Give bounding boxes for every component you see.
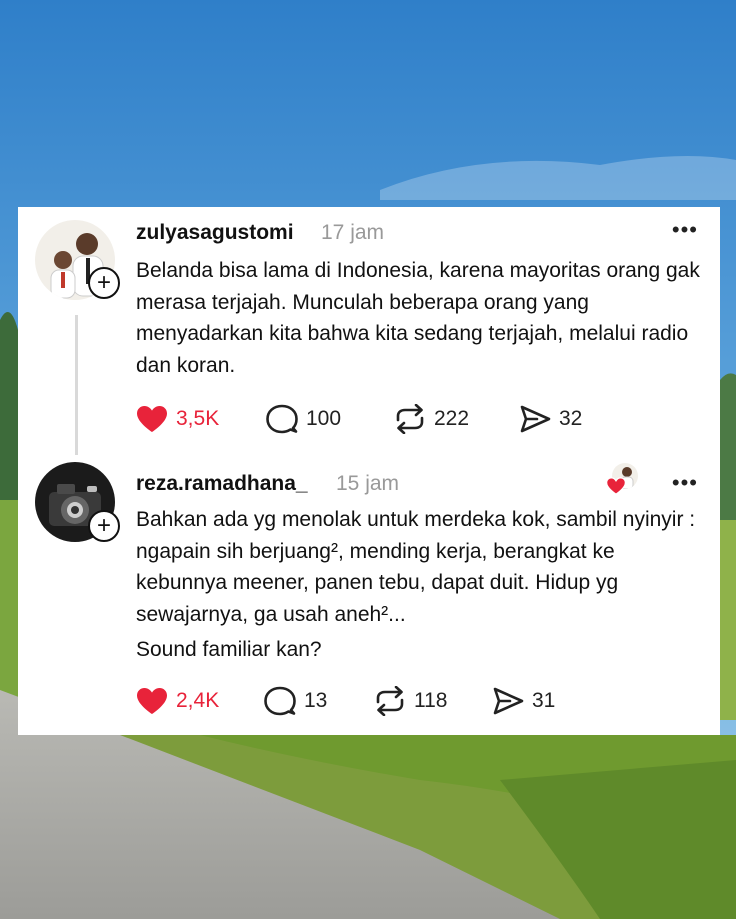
like-button[interactable]: 3,5K: [136, 404, 219, 434]
repost-button[interactable]: 118: [374, 686, 447, 716]
like-count: 2,4K: [176, 689, 220, 712]
repost-button[interactable]: 222: [394, 404, 469, 434]
thread-connector-line: [75, 315, 78, 455]
more-icon[interactable]: •••: [672, 470, 698, 496]
username[interactable]: zulyasagustomi: [136, 221, 294, 245]
share-count: 31: [532, 689, 556, 712]
post-text: Belanda bisa lama di Indonesia, karena m…: [136, 259, 700, 377]
author-liked-indicator: [606, 463, 646, 499]
follow-plus-icon[interactable]: +: [88, 267, 120, 299]
reply-button[interactable]: 13: [264, 686, 327, 716]
like-button[interactable]: 2,4K: [136, 686, 219, 716]
comment-icon: [266, 404, 298, 434]
comment-icon: [264, 686, 296, 716]
share-button[interactable]: 31: [492, 686, 555, 716]
post: + reza.ramadhana_ 15 jam ••• Bahkan ada …: [18, 462, 720, 735]
more-icon[interactable]: •••: [672, 217, 698, 243]
reply-button[interactable]: 100: [266, 404, 341, 434]
like-count: 3,5K: [176, 407, 220, 430]
username[interactable]: reza.ramadhana_: [136, 472, 308, 496]
repost-count: 118: [414, 689, 448, 712]
repost-icon: [396, 404, 424, 434]
share-count: 32: [559, 407, 583, 430]
heart-icon: [606, 477, 626, 495]
repost-count: 222: [434, 407, 470, 430]
post-text-extra: Sound familiar kan?: [136, 638, 322, 661]
post-actions: 3,5K 100 222 32: [136, 404, 696, 434]
post-text: Bahkan ada yg menolak untuk merdeka kok,…: [136, 508, 696, 626]
post-actions: 2,4K 13 118 31: [136, 686, 696, 716]
share-button[interactable]: 32: [519, 404, 582, 434]
thread-card: + zulyasagustomi 17 jam ••• Belanda bisa…: [18, 207, 720, 735]
reply-count: 100: [306, 407, 342, 430]
heart-icon: [137, 688, 167, 714]
post: + zulyasagustomi 17 jam ••• Belanda bisa…: [18, 207, 720, 462]
timestamp: 15 jam: [336, 472, 400, 495]
send-icon: [520, 405, 551, 433]
repost-icon: [376, 686, 404, 716]
heart-icon: [137, 406, 167, 432]
send-icon: [493, 687, 524, 715]
follow-plus-icon[interactable]: +: [88, 510, 120, 542]
timestamp: 17 jam: [321, 221, 385, 244]
reply-count: 13: [304, 689, 328, 712]
